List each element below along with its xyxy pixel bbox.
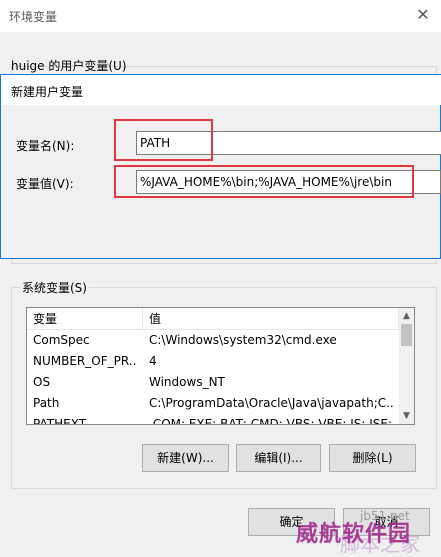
system-variables-table[interactable]: 变量 值 ComSpec C:\Windows\system32\cmd.exe… [26, 307, 415, 425]
variable-name-cell: Path [33, 396, 60, 410]
value-highlight-box [114, 165, 414, 198]
delete-variable-button[interactable]: 删除(L) [329, 444, 416, 472]
table-row[interactable]: Path C:\ProgramData\Oracle\Java\javapath… [27, 393, 399, 414]
variable-name-cell: ComSpec [33, 333, 90, 347]
environment-variables-title-bar [0, 0, 441, 32]
variable-value-cell: Windows_NT [149, 375, 225, 389]
system-variables-label: 系统变量(S) [20, 279, 89, 296]
dialog-title: 新建用户变量 [11, 85, 84, 99]
variable-value-cell: C:\Windows\system32\cmd.exe [149, 333, 337, 347]
variable-value-cell: .COM;.EXE;.BAT;.CMD;.VBS;.VBE;.JS;.JSE;.… [149, 417, 395, 425]
variable-name-cell: NUMBER_OF_PR... [33, 354, 137, 368]
scroll-up-arrow-icon[interactable]: ▲ [399, 308, 414, 324]
name-highlight-box [114, 119, 213, 161]
column-header-variable[interactable]: 变量 [27, 308, 143, 330]
variable-value-cell: C:\ProgramData\Oracle\Java\javapath;C... [149, 396, 395, 410]
variable-value-cell: 4 [149, 354, 157, 368]
scrollbar-thumb[interactable] [401, 324, 412, 346]
column-header-value[interactable]: 值 [143, 308, 399, 330]
window-title: 环境变量 [9, 10, 58, 24]
table-row[interactable]: OS Windows_NT [27, 372, 399, 393]
table-row[interactable]: ComSpec C:\Windows\system32\cmd.exe [27, 330, 399, 351]
close-icon[interactable]: ✕ [412, 4, 434, 26]
user-variables-label: huige 的用户变量(U) [11, 59, 127, 73]
scroll-down-arrow-icon[interactable]: ▼ [399, 408, 414, 424]
edit-variable-button[interactable]: 编辑(I)... [236, 444, 321, 472]
new-variable-button[interactable]: 新建(W)... [142, 444, 229, 472]
variable-name-cell: OS [33, 375, 51, 389]
table-row[interactable]: PATHEXT .COM;.EXE;.BAT;.CMD;.VBS;.VBE;.J… [27, 414, 399, 425]
variable-name-label: 变量名(N): [16, 139, 75, 153]
table-row[interactable]: NUMBER_OF_PR... 4 [27, 351, 399, 372]
watermark-text: 威航软件园 [296, 521, 412, 547]
variable-name-cell: PATHEXT [33, 417, 87, 425]
variable-value-label: 变量值(V): [16, 177, 74, 191]
